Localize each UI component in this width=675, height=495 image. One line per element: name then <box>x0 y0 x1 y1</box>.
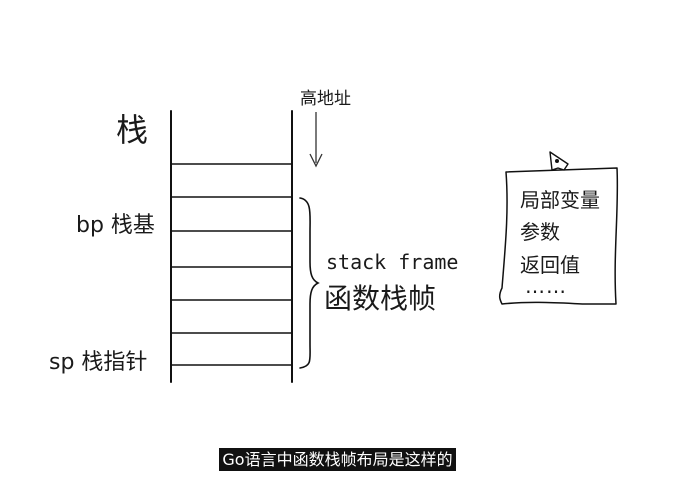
high-address-label: 高地址 <box>300 89 351 109</box>
video-subtitle: Go语言中函数栈帧布局是这样的 <box>0 448 675 471</box>
note-line-more: …… <box>525 274 567 298</box>
subtitle-text: Go语言中函数栈帧布局是这样的 <box>219 448 456 471</box>
sp-label: sp 栈指针 <box>49 350 148 375</box>
stack-frame-label-en: stack frame <box>326 250 459 274</box>
stack-title: 栈 <box>116 111 149 149</box>
stack-frame-brace <box>299 197 320 369</box>
stack-drawing <box>170 110 619 383</box>
diagram-canvas: 栈 高地址 bp 栈基 sp 栈指针 stack frame 函数栈帧 局部变量… <box>0 0 675 495</box>
note-line-params: 参数 <box>520 220 560 244</box>
stack-frame-label-cn: 函数栈帧 <box>324 282 437 315</box>
stack-row-lines <box>171 163 292 366</box>
pin-icon <box>549 151 569 171</box>
note-line-locals: 局部变量 <box>520 188 600 212</box>
note-line-returns: 返回值 <box>520 253 580 277</box>
bp-label: bp 栈基 <box>76 213 155 238</box>
